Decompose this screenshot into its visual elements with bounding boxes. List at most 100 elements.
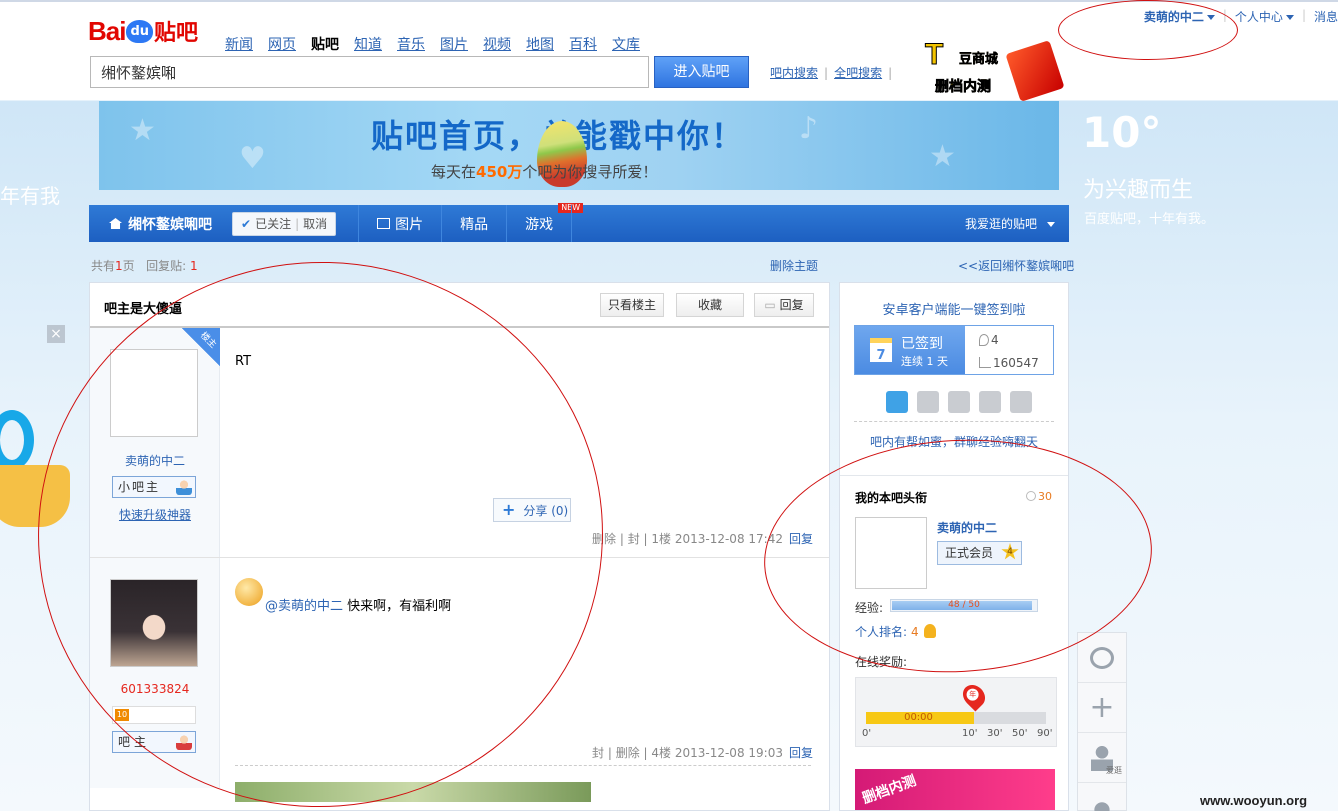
reply-button-label: 回复 [779,298,804,312]
person-tool-label: 爱逛 [1106,766,1122,775]
follow-toggle[interactable]: ✔ 已关注 | 取消 [232,211,337,236]
post-author-name[interactable]: 601333824 [90,682,220,696]
unfollow-link[interactable]: 取消 [303,215,327,232]
avatar[interactable] [110,349,198,437]
ten-years-logo: 10° [1082,108,1162,157]
nav-tieba[interactable]: 贴吧 [311,34,339,54]
floating-toolbar: + 爱逛 ● [1077,632,1127,811]
page-count: 1 [115,259,123,273]
top-bar: Bai du 贴吧 新闻 网页 贴吧 知道 音乐 图片 视频 地图 百科 文库 … [0,0,1338,102]
tdou-shop-promo[interactable]: T 豆商城 删档内测 [924,38,1007,98]
nav-news[interactable]: 新闻 [225,34,253,54]
slogan-text: 为兴趣而生 [1083,178,1194,203]
back-to-bar-link[interactable]: <<返回缃怀鐜嫔啝吧 [958,257,1074,274]
search-scope-links: 吧内搜索 | 全吧搜索 | [770,66,893,80]
baidu-tieba-logo[interactable]: Bai du 贴吧 [88,12,198,50]
personal-center-menu[interactable]: 个人中心 [1235,8,1294,25]
rank-value: 4 [911,625,919,639]
badge-icon[interactable] [1010,391,1032,413]
slogan-sub-text: 百度贴吧，十年有我。 [1084,212,1215,227]
sign-in-box[interactable]: 7 已签到 连续 1 天 4 160547 [854,325,1054,375]
nav-wenku[interactable]: 文库 [612,34,640,54]
tick-label: 0' [862,728,872,739]
thread-panel: 吧主是大傻逼 只看楼主 收藏 ▭ 回复 楼主 卖萌的中二 小吧主 快速升级神器 … [89,282,830,811]
bear-tool[interactable] [1078,633,1126,683]
post-reply-link[interactable]: 回复 [789,746,813,760]
coin-icon [1026,491,1036,501]
badge-icon[interactable] [917,391,939,413]
share-button[interactable]: + 分享 (0) [493,498,571,522]
nav-music[interactable]: 音乐 [397,34,425,54]
tab-games[interactable]: 游戏 NEW [506,203,584,242]
nav-web[interactable]: 网页 [268,34,296,54]
medal-icon [923,624,936,638]
home-icon [109,218,122,229]
nav-video[interactable]: 视频 [483,34,511,54]
personal-rank[interactable]: 个人排名: 4 [855,623,936,640]
reply-button[interactable]: ▭ 回复 [754,293,814,317]
nav-map[interactable]: 地图 [526,34,554,54]
role-badge[interactable]: 吧主 [112,731,196,753]
pin-tool[interactable]: ● [1078,783,1126,811]
online-reward-box[interactable]: 年 00:00 0' 10' 30' 50' 90' [855,677,1057,747]
score: 30 [1026,490,1052,503]
tdou-test-label: 删档内测 [935,79,992,96]
search-input[interactable] [90,56,649,88]
watermark: www.wooyun.org [1200,793,1308,808]
badge-icon[interactable] [948,391,970,413]
search-all-link[interactable]: 全吧搜索 [834,66,882,80]
post-image[interactable] [235,782,591,802]
tab-images[interactable]: 图片 [358,205,441,242]
promo-ad-text: 删档内测 [860,772,919,808]
exp-text: 48 / 50 [948,600,980,610]
delete-topic-link[interactable]: 删除主题 [770,257,818,274]
avatar[interactable] [855,517,927,589]
favorite-bars-menu[interactable]: 我爱逛的贴吧 [965,215,1069,232]
tdou-shop-label: 豆商城 [959,52,999,68]
promo-ad[interactable]: 删档内测 [855,769,1055,810]
username: 卖萌的中二 [1143,10,1204,24]
exp-progress-bar: 48 / 50 [890,599,1038,612]
red-gift-box-icon[interactable] [1005,40,1065,102]
exp-label: 经验: [855,601,884,615]
badge-icon[interactable] [886,391,908,413]
upgrade-link[interactable]: 快速升级神器 [90,506,220,523]
only-owner-button[interactable]: 只看楼主 [600,293,664,317]
user-links: 卖萌的中二 | 个人中心 | 消息 [1143,8,1338,25]
username-menu[interactable]: 卖萌的中二 [1144,8,1215,25]
collect-button[interactable]: 收藏 [676,293,744,317]
bar-sidebar: 安卓客户端能一键签到啦 7 已签到 连续 1 天 4 160547 吧内有帮如蜜… [839,282,1069,811]
post-author-name[interactable]: 卖萌的中二 [90,452,220,469]
anime-avatar[interactable] [110,579,198,667]
messages-link[interactable]: 消息 [1314,8,1338,25]
my-username[interactable]: 卖萌的中二 [937,519,997,536]
music-deco-icon: ♪ [799,111,819,146]
post-meta: 封 | 删除 | 4楼 2013-12-08 19:03 回复 [592,746,813,760]
divider [854,421,1054,422]
search-in-bar-link[interactable]: 吧内搜索 [770,66,818,80]
badge-icon[interactable] [979,391,1001,413]
person-tool[interactable]: 爱逛 [1078,733,1126,783]
tieba-home-banner[interactable]: ★ ♥ ♪ ★ 贴吧首页，总能戳中你！ 每天在450万个吧为你搜寻所爱！ [99,101,1059,190]
role-badge[interactable]: 小吧主 [112,476,196,498]
birthday-cake-icon[interactable] [0,400,72,530]
nav-baike[interactable]: 百科 [569,34,597,54]
level-badge: 10 [112,706,196,724]
mention-link[interactable]: @卖萌的中二 [265,599,343,614]
android-client-link[interactable]: 安卓客户端能一键签到啦 [840,299,1068,318]
forum-nav-bar: 缃怀鐜嫔啝吧 ✔ 已关注 | 取消 图片 精品 游戏 NEW 我爱逛的贴吧 [89,203,1069,242]
bar-chat-link[interactable]: 吧内有帮如蜜，群聊经验嗨翻天 [840,433,1068,450]
sign-total: 160547 [993,356,1039,370]
close-icon[interactable]: × [47,325,65,343]
member-badge[interactable]: 正式会员 4 [937,541,1022,565]
tick-label: 30' [987,728,1003,739]
post-reply-link[interactable]: 回复 [789,532,813,546]
nav-images[interactable]: 图片 [440,34,468,54]
forum-home-link[interactable]: 缃怀鐜嫔啝吧 [89,214,224,234]
nav-zhidao[interactable]: 知道 [354,34,382,54]
favorite-bars-label: 我爱逛的贴吧 [964,217,1037,231]
add-tool[interactable]: + [1078,683,1126,733]
tab-featured[interactable]: 精品 [441,205,506,242]
enter-bar-button[interactable]: 进入贴吧 [654,56,749,88]
reward-pin-icon: 年 [958,680,990,712]
